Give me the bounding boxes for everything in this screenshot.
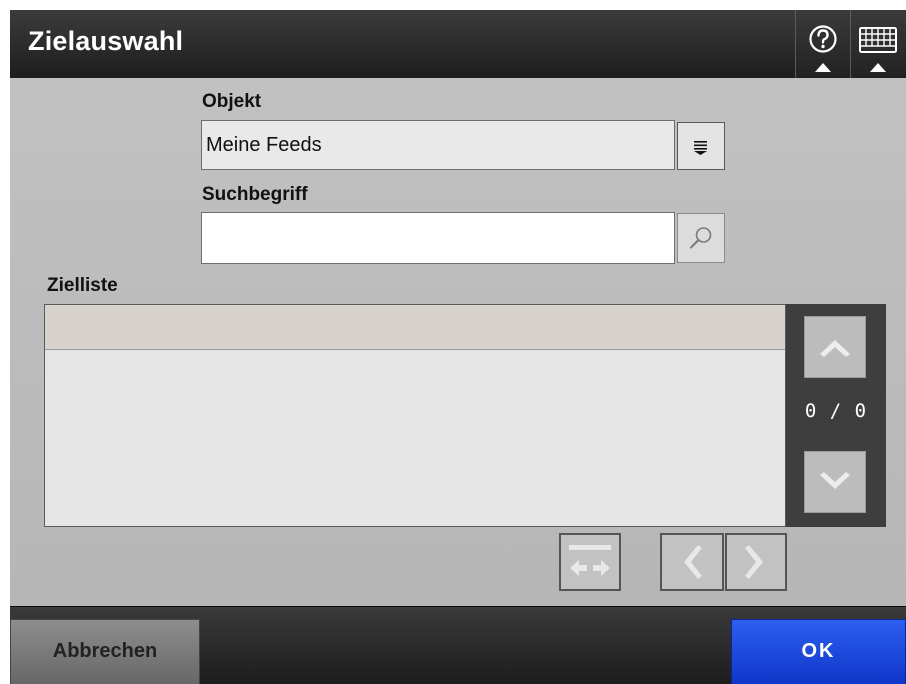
list-scroll-panel: 0 / 0 bbox=[786, 304, 886, 527]
target-list-label: Zielliste bbox=[47, 275, 118, 296]
swap-button[interactable] bbox=[559, 533, 621, 591]
swap-icon bbox=[569, 545, 611, 576]
ok-button[interactable]: OK bbox=[731, 619, 906, 684]
objekt-label: Objekt bbox=[202, 91, 262, 112]
keyboard-icon bbox=[859, 27, 897, 53]
objekt-select[interactable]: Meine Feeds bbox=[201, 120, 675, 170]
chevron-up-icon bbox=[820, 340, 850, 357]
previous-button[interactable] bbox=[660, 533, 724, 591]
page-counter: 0 / 0 bbox=[804, 400, 868, 422]
title-bar: Zielauswahl bbox=[10, 10, 906, 78]
footer-bar: Abbrechen OK bbox=[10, 606, 906, 684]
scroll-down-button[interactable] bbox=[804, 451, 866, 513]
next-button[interactable] bbox=[725, 533, 787, 591]
help-icon bbox=[809, 25, 837, 53]
search-input[interactable] bbox=[201, 212, 675, 264]
chevron-left-icon bbox=[684, 545, 702, 579]
dropdown-icon bbox=[694, 141, 707, 155]
objekt-value: Meine Feeds bbox=[206, 134, 322, 156]
page-title: Zielauswahl bbox=[28, 26, 184, 56]
help-caret-icon bbox=[815, 63, 831, 72]
target-list[interactable] bbox=[44, 304, 786, 527]
search-button[interactable] bbox=[677, 213, 725, 263]
objekt-dropdown-button[interactable] bbox=[677, 122, 725, 170]
chevron-right-icon bbox=[745, 545, 763, 579]
help-button[interactable] bbox=[795, 10, 850, 78]
scroll-up-button[interactable] bbox=[804, 316, 866, 378]
keyboard-button[interactable] bbox=[850, 10, 905, 78]
target-list-header-row[interactable] bbox=[45, 305, 785, 350]
chevron-down-icon bbox=[820, 472, 850, 489]
search-label: Suchbegriff bbox=[202, 184, 308, 205]
app-window: Zielauswahl Objekt Meine Feeds Suchbegri… bbox=[10, 10, 906, 684]
main-content: Objekt Meine Feeds Suchbegriff Zielliste… bbox=[10, 78, 906, 606]
cancel-button[interactable]: Abbrechen bbox=[10, 619, 200, 684]
search-icon bbox=[690, 227, 712, 249]
keyboard-caret-icon bbox=[870, 63, 886, 72]
